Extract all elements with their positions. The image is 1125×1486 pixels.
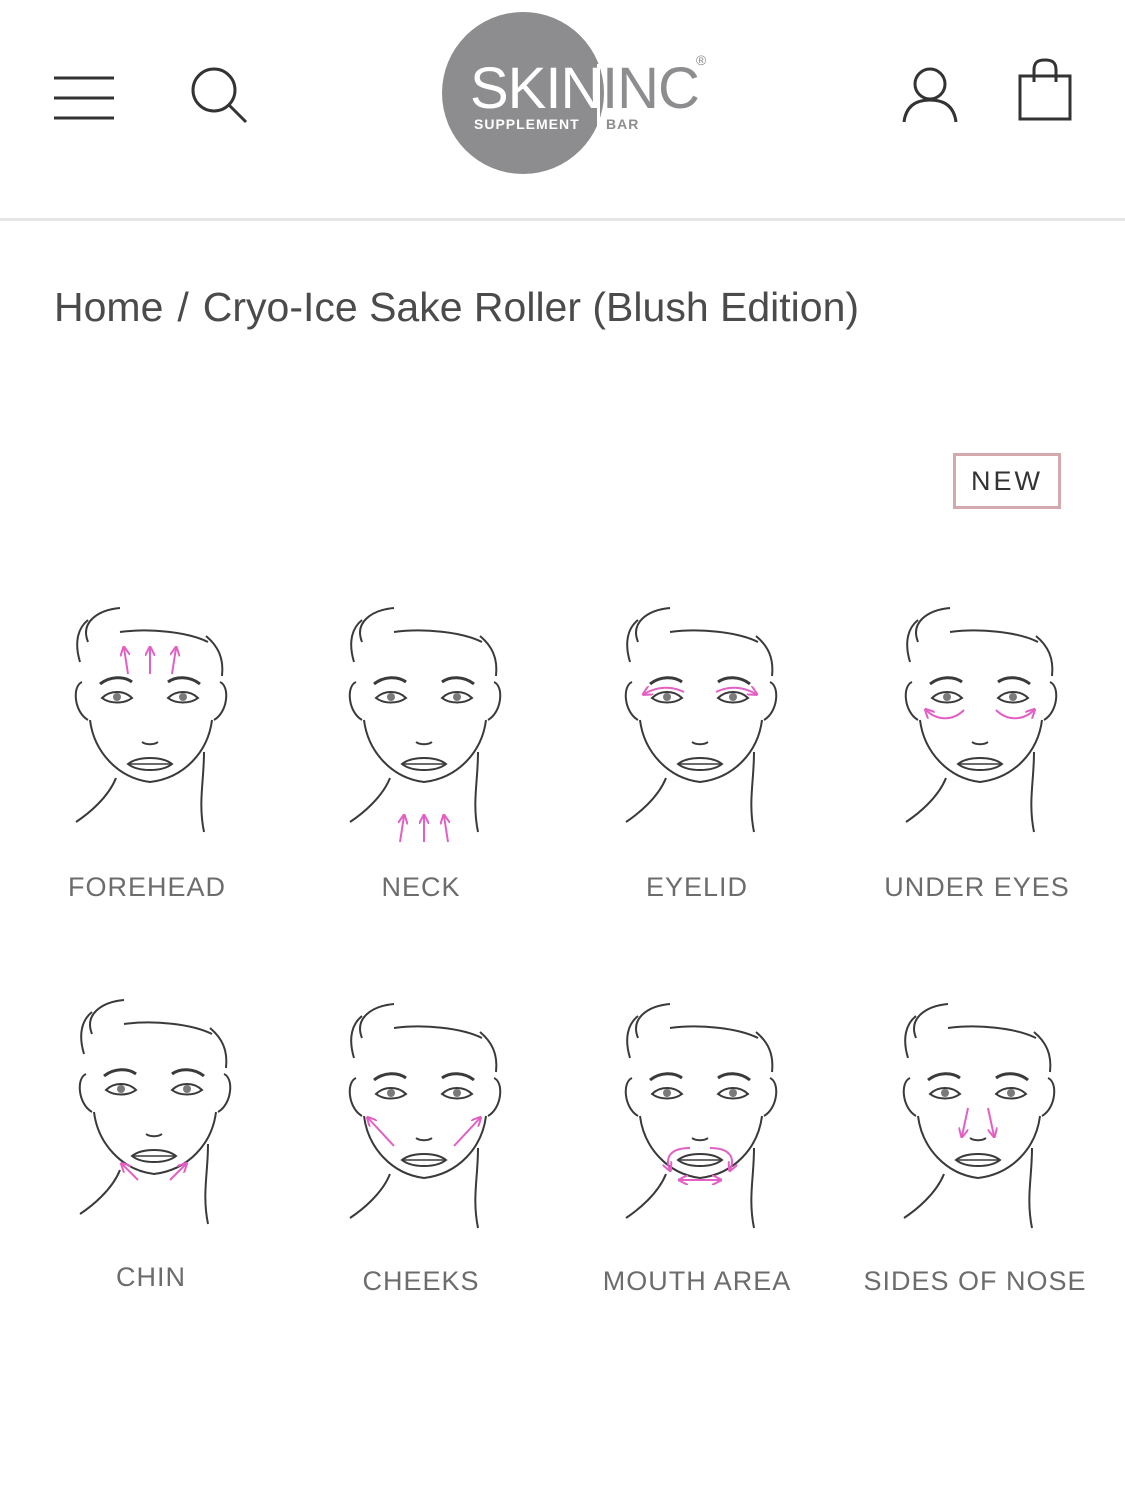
logo-sub-left: SUPPLEMENT (474, 116, 580, 132)
breadcrumb-current: Cryo-Ice Sake Roller (Blush Edition) (202, 284, 860, 330)
breadcrumb-separator: / (177, 284, 189, 330)
under-eyes-face-illustration (904, 606, 1058, 834)
zone-label: SIDES OF NOSE (863, 1266, 1087, 1296)
new-badge: NEW (953, 453, 1061, 509)
user-account-icon[interactable] (900, 66, 960, 124)
breadcrumb: Home / Cryo-Ice Sake Roller (Blush Edition… (54, 284, 859, 331)
mouth-area-face-illustration (624, 1002, 778, 1230)
zone-label: NECK (381, 872, 461, 902)
forehead-face-illustration (74, 606, 228, 834)
breadcrumb-home-link[interactable]: Home (54, 284, 163, 330)
zone-cheeks: CHEEKS (286, 996, 556, 1306)
logo-registered-mark: ® (696, 52, 707, 68)
logo-divider (597, 64, 600, 132)
zone-label: EYELID (645, 872, 749, 902)
new-badge-label: NEW (971, 465, 1043, 496)
shopping-bag-icon[interactable] (1016, 58, 1074, 122)
eyelid-face-illustration (624, 606, 778, 834)
zone-eyelid: EYELID (562, 600, 832, 910)
zone-forehead: FOREHEAD (12, 600, 282, 910)
logo-sub-right: BAR (606, 116, 640, 132)
zone-chin: CHIN (16, 992, 286, 1302)
neck-face-illustration (348, 606, 502, 843)
logo-brand-right: INC (602, 56, 700, 121)
zone-neck: NECK (286, 600, 556, 910)
hamburger-menu-icon[interactable] (52, 74, 116, 122)
chin-face-illustration (78, 998, 232, 1226)
zone-label: FOREHEAD (67, 872, 227, 902)
site-header: SKIN INC ® SUPPLEMENT BAR (0, 0, 1125, 221)
search-icon[interactable] (190, 66, 250, 126)
zone-sides-of-nose: SIDES OF NOSE (840, 996, 1110, 1306)
brand-logo[interactable]: SKIN INC ® SUPPLEMENT BAR (442, 12, 712, 182)
zone-label: CHIN (116, 1262, 186, 1292)
zone-label: MOUTH AREA (602, 1266, 792, 1296)
zone-under-eyes: UNDER EYES (842, 600, 1112, 910)
zone-label: CHEEKS (362, 1266, 480, 1296)
logo-brand-left: SKIN (470, 56, 602, 121)
zone-label: UNDER EYES (884, 872, 1070, 902)
cheeks-face-illustration (348, 1002, 502, 1230)
zone-mouth-area: MOUTH AREA (562, 996, 832, 1306)
sides-of-nose-face-illustration (902, 1002, 1056, 1230)
